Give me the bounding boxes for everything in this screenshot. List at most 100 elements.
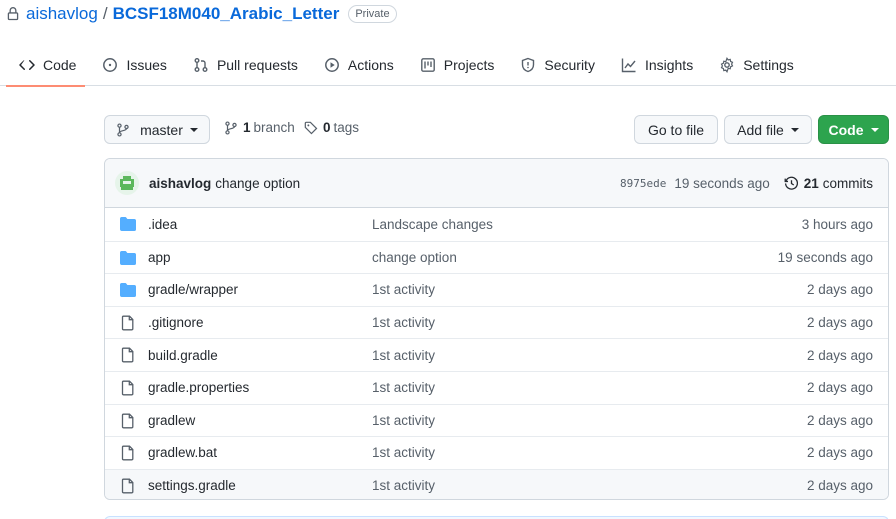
- tag-label: tags: [333, 120, 360, 135]
- tab-insights[interactable]: Insights: [608, 44, 706, 86]
- commit-message-link[interactable]: change option: [215, 176, 300, 191]
- tab-pull-requests[interactable]: Pull requests: [180, 44, 311, 86]
- shield-icon: [522, 57, 535, 72]
- tab-label: Security: [544, 56, 595, 73]
- code-button[interactable]: Code: [818, 115, 889, 144]
- add-file-button[interactable]: Add file: [724, 115, 812, 144]
- file-row[interactable]: settings.gradle 1st activity 2 days ago: [105, 468, 888, 499]
- file-name-link[interactable]: gradle/wrapper: [148, 282, 238, 297]
- file-icon: [120, 413, 136, 429]
- file-row[interactable]: build.gradle 1st activity 2 days ago: [105, 338, 888, 371]
- tab-label: Insights: [644, 56, 694, 73]
- file-commit-message-link[interactable]: change option: [372, 250, 457, 265]
- branch-name: master: [140, 121, 183, 138]
- caret-down-icon: [189, 127, 198, 132]
- file-commit-age: 3 hours ago: [801, 216, 873, 232]
- file-row[interactable]: gradle/wrapper 1st activity 2 days ago: [105, 273, 888, 306]
- commit-time: 19 seconds ago: [674, 176, 770, 191]
- file-commit-message-link[interactable]: Landscape changes: [372, 217, 493, 232]
- file-row[interactable]: app change option 19 seconds ago: [105, 240, 888, 274]
- git-branch-icon: [225, 120, 237, 135]
- go-to-file-button[interactable]: Go to file: [634, 115, 718, 144]
- tab-security[interactable]: Security: [507, 44, 608, 86]
- add-file-label: Add file: [737, 121, 784, 138]
- tab-label: Projects: [443, 56, 495, 73]
- file-commit-age: 2 days ago: [806, 478, 873, 494]
- branch-select-button[interactable]: master: [104, 115, 210, 144]
- file-icon: [120, 347, 136, 363]
- commit-sha-link[interactable]: 8975ede: [620, 177, 666, 190]
- file-icon: [120, 478, 136, 494]
- code-icon: [19, 59, 35, 70]
- commit-meta: 8975ede 19 seconds ago 21 commits: [620, 159, 873, 208]
- file-row[interactable]: .idea Landscape changes 3 hours ago: [105, 208, 888, 241]
- latest-commit-bar: aishavlog change option 8975ede 19 secon…: [105, 159, 888, 208]
- code-label: Code: [828, 121, 864, 138]
- file-name-link[interactable]: gradle.properties: [148, 380, 249, 395]
- file-icon: [120, 445, 136, 461]
- folder-icon: [120, 250, 136, 266]
- branches-link[interactable]: 1 branch: [224, 120, 295, 135]
- tab-label: Issues: [126, 56, 167, 73]
- gear-icon: [720, 56, 734, 73]
- project-icon: [420, 57, 435, 72]
- file-row[interactable]: gradlew.bat 1st activity 2 days ago: [105, 436, 888, 469]
- git-branch-icon: [117, 122, 129, 137]
- pull-request-icon: [194, 57, 208, 72]
- go-to-file-label: Go to file: [647, 121, 705, 138]
- play-icon: [324, 57, 339, 72]
- file-name-link[interactable]: .gitignore: [148, 315, 204, 330]
- file-name-link[interactable]: app: [148, 250, 171, 265]
- caret-down-icon: [870, 127, 879, 132]
- file-row[interactable]: gradlew 1st activity 2 days ago: [105, 403, 888, 437]
- tab-issues[interactable]: Issues: [89, 44, 179, 86]
- file-name-link[interactable]: gradlew: [148, 413, 195, 428]
- tag-count: 0: [323, 120, 331, 135]
- file-icon: [120, 380, 136, 396]
- tab-code[interactable]: Code: [0, 44, 89, 87]
- repo-name-link[interactable]: BCSF18M040_Arabic_Letter: [113, 4, 340, 24]
- commit-count: 21: [803, 176, 819, 191]
- file-commit-age: 2 days ago: [806, 347, 873, 363]
- tab-settings[interactable]: Settings: [706, 44, 807, 86]
- file-row[interactable]: gradle.properties 1st activity 2 days ago: [105, 370, 888, 404]
- file-commit-age: 2 days ago: [806, 445, 873, 461]
- tab-label: Actions: [347, 56, 394, 73]
- commits-link[interactable]: 21 commits: [784, 176, 873, 191]
- file-list: .idea Landscape changes 3 hours ago app chan…: [105, 208, 888, 499]
- graph-icon: [621, 58, 636, 72]
- issue-icon: [103, 57, 118, 72]
- caret-down-icon: [790, 127, 799, 132]
- file-commit-age: 19 seconds ago: [777, 249, 873, 265]
- branch-count: 1: [243, 120, 251, 135]
- repo-owner-link[interactable]: aishavlog: [26, 4, 98, 24]
- tab-label: Code: [43, 56, 77, 73]
- tags-link[interactable]: 0 tags: [304, 120, 359, 135]
- file-commit-message-link[interactable]: 1st activity: [372, 315, 435, 330]
- file-commit-message-link[interactable]: 1st activity: [372, 282, 435, 297]
- repo-tabs: Code Issues Pull requests Actions Projec…: [0, 44, 896, 87]
- file-commit-message-link[interactable]: 1st activity: [372, 413, 435, 428]
- file-commit-message-link[interactable]: 1st activity: [372, 478, 435, 493]
- history-icon: [784, 176, 798, 190]
- file-name-link[interactable]: gradlew.bat: [148, 445, 217, 460]
- tab-actions[interactable]: Actions: [311, 44, 407, 86]
- file-name-link[interactable]: settings.gradle: [148, 478, 236, 493]
- file-commit-message-link[interactable]: 1st activity: [372, 445, 435, 460]
- visibility-badge: Private: [348, 5, 397, 23]
- breadcrumb-separator: /: [102, 4, 108, 23]
- folder-icon: [120, 216, 136, 232]
- lock-icon: [6, 6, 20, 22]
- commit-author-link[interactable]: aishavlog: [149, 176, 211, 191]
- folder-icon: [120, 282, 136, 298]
- file-commit-message-link[interactable]: 1st activity: [372, 380, 435, 395]
- avatar[interactable]: [115, 171, 139, 195]
- tab-label: Pull requests: [216, 56, 298, 73]
- file-commit-message-link[interactable]: 1st activity: [372, 348, 435, 363]
- tag-icon: [304, 121, 318, 134]
- commit-count-label: commits: [822, 176, 873, 191]
- tab-projects[interactable]: Projects: [407, 44, 508, 86]
- file-name-link[interactable]: build.gradle: [148, 348, 218, 363]
- file-name-link[interactable]: .idea: [148, 217, 177, 232]
- file-row[interactable]: .gitignore 1st activity 2 days ago: [105, 305, 888, 339]
